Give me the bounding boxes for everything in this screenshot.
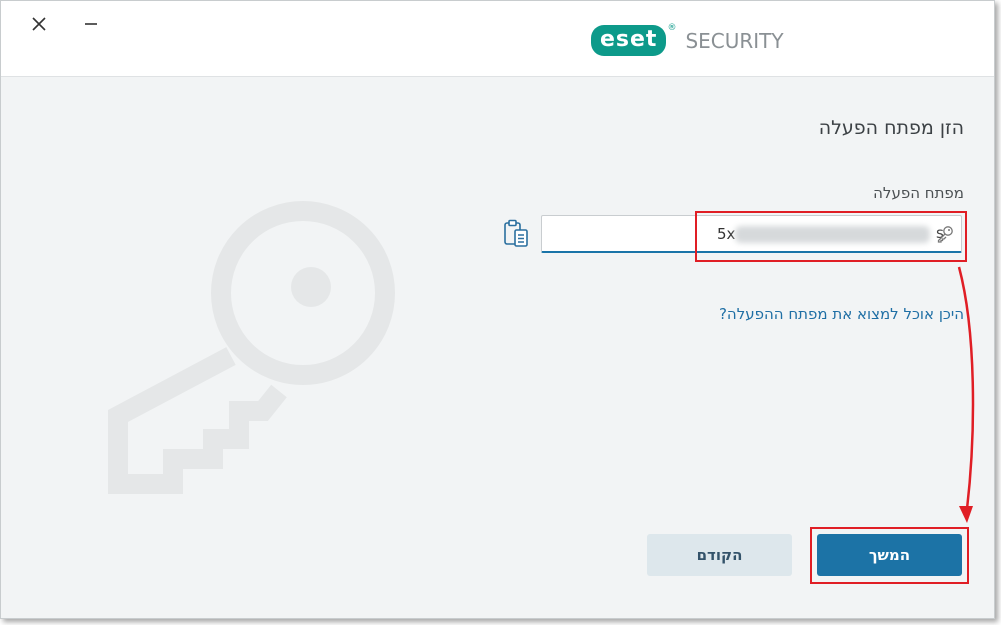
continue-highlight-box: [810, 527, 969, 584]
callout-arrow: [957, 266, 975, 523]
back-button[interactable]: הקודם: [647, 534, 792, 576]
activation-window: eset ® SECURITY הזן מפתח הפעלה מפתח הפעל…: [0, 0, 995, 619]
